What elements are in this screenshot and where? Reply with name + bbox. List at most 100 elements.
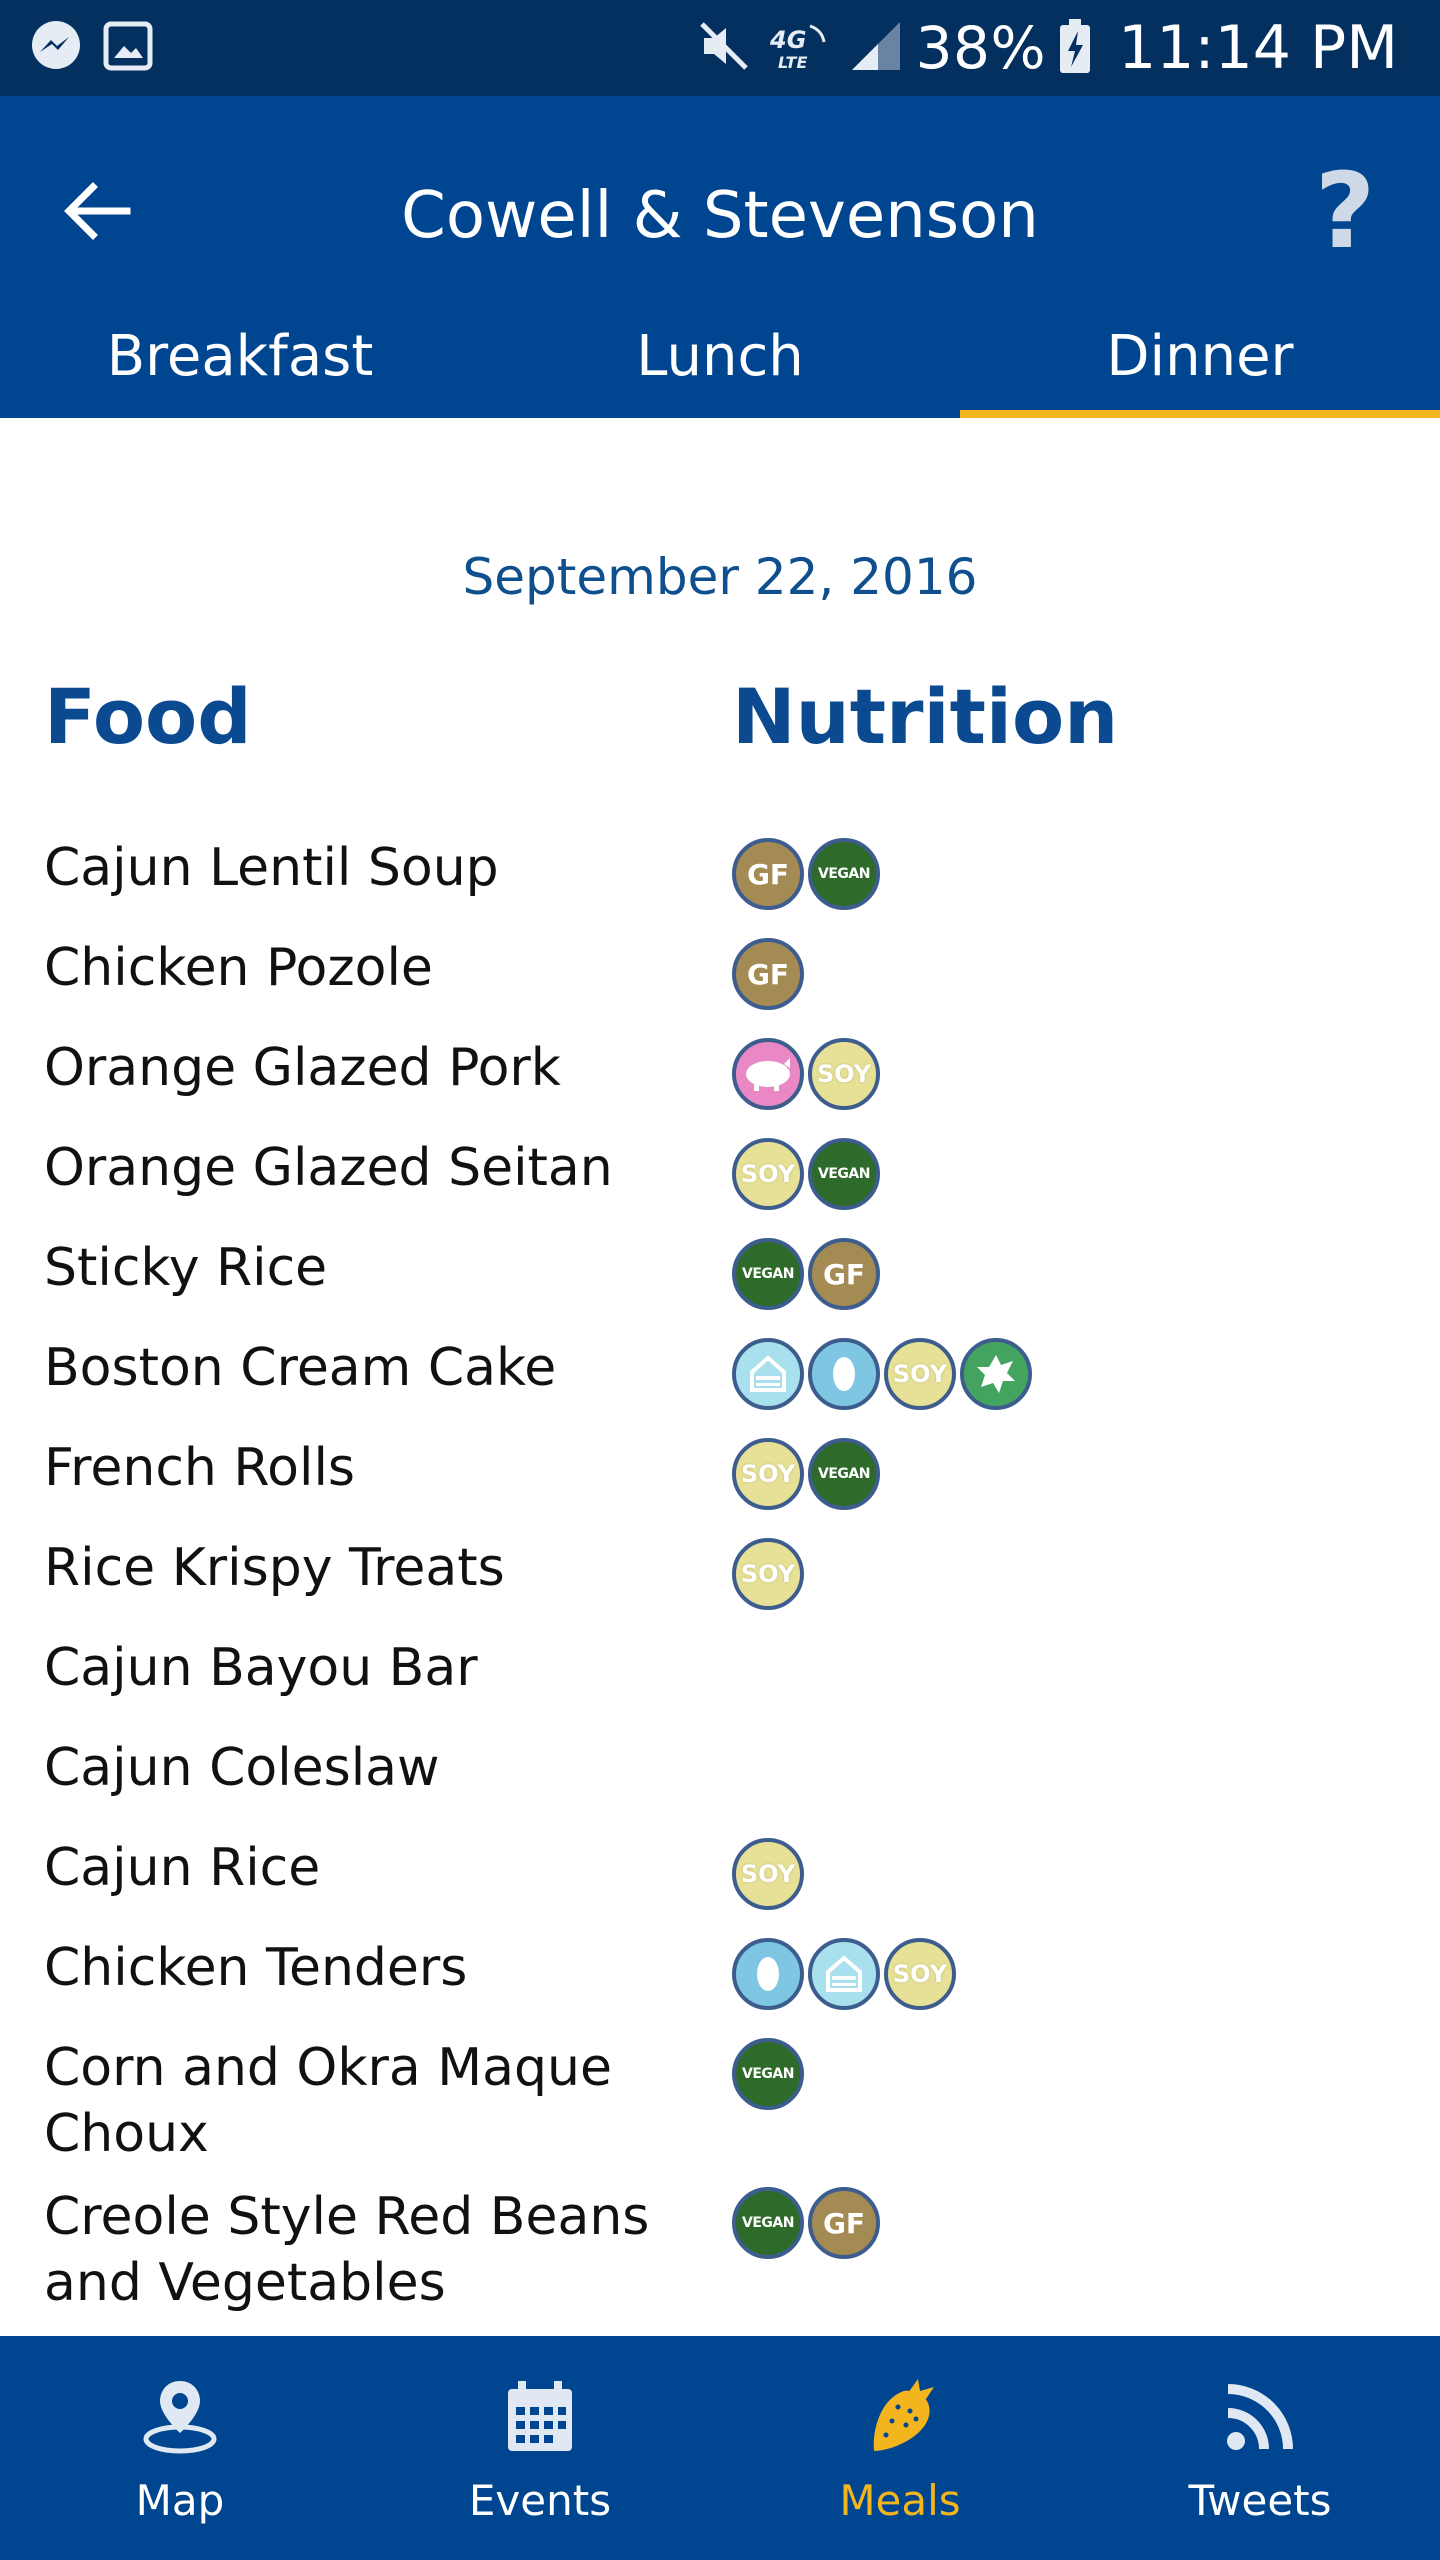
calendar-icon <box>495 2372 585 2462</box>
nav-meals[interactable]: Meals <box>720 2336 1080 2560</box>
menu-item-row[interactable]: Orange Glazed Seitan SOY VEGAN <box>0 1118 1440 1218</box>
vegan-icon[interactable]: VEGAN <box>808 838 880 910</box>
strawberry-icon <box>855 2372 945 2462</box>
dairy-icon[interactable] <box>732 1338 804 1410</box>
rss-icon <box>1215 2372 1305 2462</box>
signal-icon <box>848 18 904 78</box>
food-name: Chicken Pozole <box>44 938 433 998</box>
svg-text:LTE: LTE <box>778 53 807 72</box>
nutrition-badges: SOY <box>732 1538 804 1610</box>
nav-tweets[interactable]: Tweets <box>1080 2336 1440 2560</box>
help-button[interactable]: ? <box>1300 150 1390 272</box>
gluten-free-icon[interactable]: GF <box>732 938 804 1010</box>
clock: 11:14 PM <box>1118 13 1398 83</box>
network-4g-icon: 4G LTE <box>766 16 836 80</box>
vegan-icon[interactable]: VEGAN <box>808 1438 880 1510</box>
nutrition-badges: VEGAN GF <box>732 1238 880 1310</box>
nutrition-badges: VEGAN GF <box>732 2187 880 2259</box>
gallery-icon <box>102 20 154 76</box>
menu-item-row[interactable]: Chicken Tenders SOY <box>0 1918 1440 2018</box>
soy-icon[interactable]: SOY <box>808 1038 880 1110</box>
nav-map-label: Map <box>135 2476 225 2525</box>
soy-icon[interactable]: SOY <box>732 1138 804 1210</box>
food-name: Boston Cream Cake <box>44 1338 557 1398</box>
soy-icon[interactable]: SOY <box>732 1838 804 1910</box>
tab-breakfast[interactable]: Breakfast <box>0 296 480 418</box>
vegan-icon[interactable]: VEGAN <box>808 1138 880 1210</box>
menu-item-row[interactable]: Corn and Okra Maque Choux VEGAN <box>0 2018 1440 2167</box>
nutrition-badges: SOY <box>732 1338 1032 1410</box>
menu-item-row[interactable]: Orange Glazed Pork SOY <box>0 1018 1440 1118</box>
tab-dinner[interactable]: Dinner <box>960 296 1440 418</box>
food-name: Cajun Bayou Bar <box>44 1638 478 1698</box>
nutrition-badges: SOY <box>732 1038 880 1110</box>
tree-nut-icon[interactable] <box>960 1338 1032 1410</box>
soy-icon[interactable]: SOY <box>732 1438 804 1510</box>
menu-item-row[interactable]: Sticky Rice VEGAN GF <box>0 1218 1440 1318</box>
menu-item-row[interactable]: Rice Krispy Treats SOY <box>0 1518 1440 1618</box>
status-bar: 4G LTE 38% 11:14 PM <box>0 0 1440 96</box>
menu-item-row[interactable]: Cajun Rice SOY <box>0 1818 1440 1918</box>
vegan-icon[interactable]: VEGAN <box>732 2038 804 2110</box>
help-icon: ? <box>1314 150 1376 272</box>
map-pin-icon <box>135 2372 225 2462</box>
messenger-icon <box>28 18 84 78</box>
menu-date: September 22, 2016 <box>462 548 978 606</box>
soy-icon[interactable]: SOY <box>732 1538 804 1610</box>
pork-icon[interactable] <box>732 1038 804 1110</box>
vegan-icon[interactable]: VEGAN <box>732 1238 804 1310</box>
gluten-free-icon[interactable]: GF <box>808 2187 880 2259</box>
svg-text:4G: 4G <box>769 26 806 54</box>
menu-content[interactable]: September 22, 2016 Food Nutrition Cajun … <box>0 418 1440 2336</box>
menu-item-row[interactable]: Cajun Lentil Soup GF VEGAN <box>0 818 1440 918</box>
meal-tabs: Breakfast Lunch Dinner <box>0 296 1440 418</box>
food-name: Rice Krispy Treats <box>44 1538 505 1598</box>
nutrition-badges: SOY VEGAN <box>732 1438 880 1510</box>
gluten-free-icon[interactable]: GF <box>808 1238 880 1310</box>
nav-meals-label: Meals <box>839 2476 961 2525</box>
bottom-nav: Map Events Meals Tweets <box>0 2336 1440 2560</box>
menu-item-row[interactable]: Boston Cream Cake SOY <box>0 1318 1440 1418</box>
nav-tweets-label: Tweets <box>1188 2476 1332 2525</box>
food-name: Cajun Lentil Soup <box>44 838 499 898</box>
menu-list: Cajun Lentil Soup GF VEGAN Chicken Pozole GF… <box>0 818 1440 2316</box>
battery-percent: 38% <box>915 14 1047 82</box>
nutrition-badges: SOY <box>732 1838 804 1910</box>
vegan-icon[interactable]: VEGAN <box>732 2187 804 2259</box>
food-name: Sticky Rice <box>44 1238 328 1298</box>
nutrition-badges: SOY <box>732 1938 956 2010</box>
menu-item-row[interactable]: Chicken Pozole GF <box>0 918 1440 1018</box>
food-name: Orange Glazed Pork <box>44 1038 561 1098</box>
egg-icon[interactable] <box>808 1338 880 1410</box>
egg-icon[interactable] <box>732 1938 804 2010</box>
food-name: Cajun Rice <box>44 1838 321 1898</box>
mute-icon <box>694 16 754 80</box>
food-name: French Rolls <box>44 1438 355 1498</box>
dairy-icon[interactable] <box>808 1938 880 2010</box>
nutrition-badges: VEGAN <box>732 2038 804 2110</box>
soy-icon[interactable]: SOY <box>884 1938 956 2010</box>
menu-item-row[interactable]: Cajun Coleslaw <box>0 1718 1440 1818</box>
nutrition-badges: GF <box>732 938 804 1010</box>
battery-charging-icon <box>1058 17 1092 79</box>
nav-events[interactable]: Events <box>360 2336 720 2560</box>
nav-map[interactable]: Map <box>0 2336 360 2560</box>
menu-item-row[interactable]: Creole Style Red Beans and Vegetables VEG… <box>0 2167 1440 2316</box>
food-column-header: Food <box>44 672 252 761</box>
soy-icon[interactable]: SOY <box>884 1338 956 1410</box>
tab-lunch[interactable]: Lunch <box>480 296 960 418</box>
food-name: Corn and Okra Maque Choux <box>44 2038 612 2164</box>
nutrition-badges: SOY VEGAN <box>732 1138 880 1210</box>
nav-events-label: Events <box>468 2476 612 2525</box>
app-bar: Cowell & Stevenson ? Breakfast Lunch Din… <box>0 96 1440 418</box>
food-name: Chicken Tenders <box>44 1938 468 1998</box>
page-title: Cowell & Stevenson <box>401 179 1039 253</box>
menu-item-row[interactable]: Cajun Bayou Bar <box>0 1618 1440 1718</box>
food-name: Creole Style Red Beans and Vegetables <box>44 2187 650 2313</box>
nutrition-badges: GF VEGAN <box>732 838 880 910</box>
food-name: Cajun Coleslaw <box>44 1738 440 1798</box>
nutrition-column-header: Nutrition <box>732 672 1119 761</box>
gluten-free-icon[interactable]: GF <box>732 838 804 910</box>
menu-item-row[interactable]: French Rolls SOY VEGAN <box>0 1418 1440 1518</box>
food-name: Orange Glazed Seitan <box>44 1138 613 1198</box>
